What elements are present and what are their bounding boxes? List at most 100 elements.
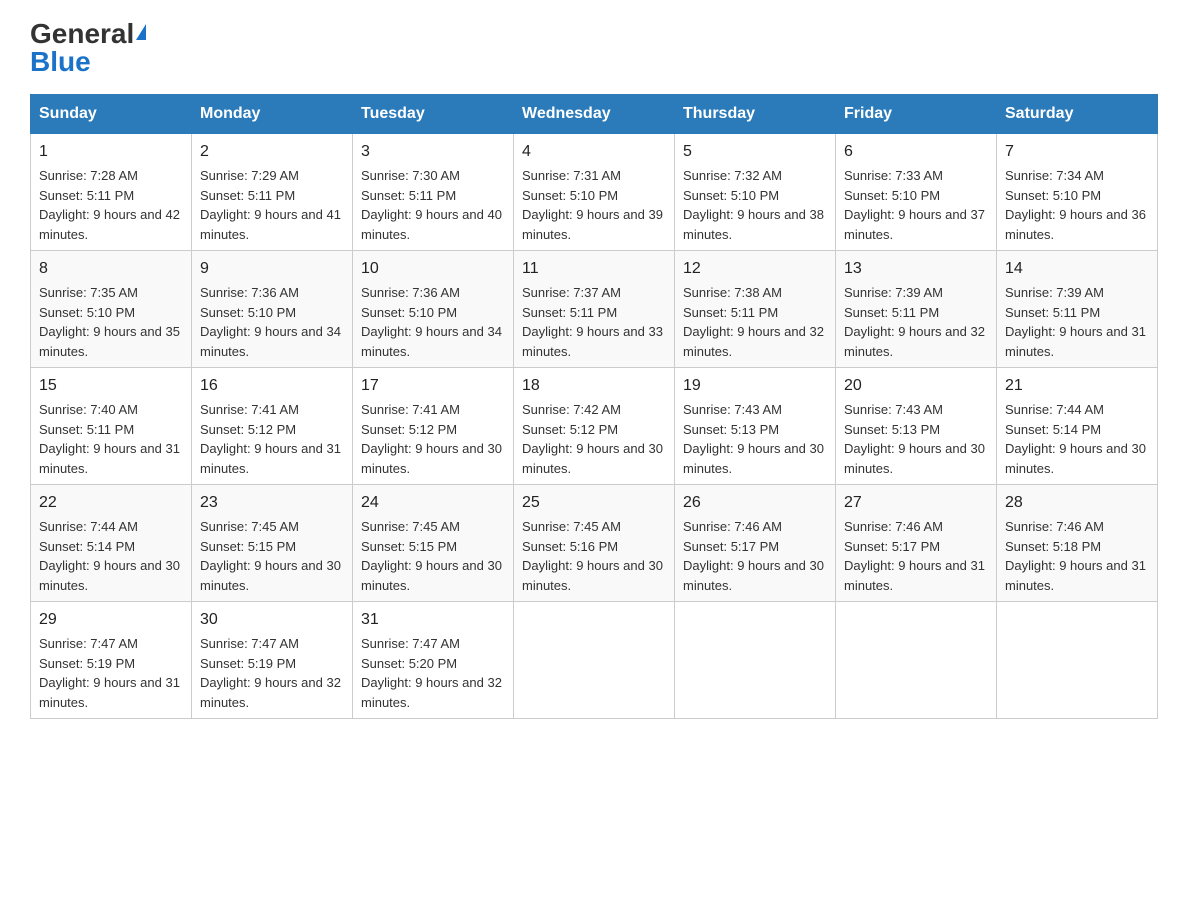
day-info: Sunrise: 7:39 AMSunset: 5:11 PMDaylight:…	[844, 285, 985, 359]
calendar-cell: 16 Sunrise: 7:41 AMSunset: 5:12 PMDaylig…	[192, 368, 353, 485]
day-number: 27	[844, 491, 988, 515]
calendar-cell: 1 Sunrise: 7:28 AMSunset: 5:11 PMDayligh…	[31, 134, 192, 251]
weekday-header-saturday: Saturday	[997, 95, 1158, 134]
day-info: Sunrise: 7:47 AMSunset: 5:20 PMDaylight:…	[361, 636, 502, 710]
calendar-body: 1 Sunrise: 7:28 AMSunset: 5:11 PMDayligh…	[31, 134, 1158, 719]
calendar-cell: 18 Sunrise: 7:42 AMSunset: 5:12 PMDaylig…	[514, 368, 675, 485]
day-info: Sunrise: 7:44 AMSunset: 5:14 PMDaylight:…	[39, 519, 180, 593]
day-info: Sunrise: 7:46 AMSunset: 5:17 PMDaylight:…	[683, 519, 824, 593]
calendar-cell: 5 Sunrise: 7:32 AMSunset: 5:10 PMDayligh…	[675, 134, 836, 251]
calendar-cell	[675, 602, 836, 719]
day-number: 4	[522, 140, 666, 164]
day-info: Sunrise: 7:46 AMSunset: 5:17 PMDaylight:…	[844, 519, 985, 593]
calendar-week-row: 1 Sunrise: 7:28 AMSunset: 5:11 PMDayligh…	[31, 134, 1158, 251]
calendar-cell: 31 Sunrise: 7:47 AMSunset: 5:20 PMDaylig…	[353, 602, 514, 719]
day-info: Sunrise: 7:45 AMSunset: 5:15 PMDaylight:…	[200, 519, 341, 593]
day-info: Sunrise: 7:37 AMSunset: 5:11 PMDaylight:…	[522, 285, 663, 359]
day-info: Sunrise: 7:43 AMSunset: 5:13 PMDaylight:…	[844, 402, 985, 476]
day-number: 30	[200, 608, 344, 632]
day-number: 18	[522, 374, 666, 398]
calendar-cell: 6 Sunrise: 7:33 AMSunset: 5:10 PMDayligh…	[836, 134, 997, 251]
calendar-cell: 4 Sunrise: 7:31 AMSunset: 5:10 PMDayligh…	[514, 134, 675, 251]
calendar-cell: 29 Sunrise: 7:47 AMSunset: 5:19 PMDaylig…	[31, 602, 192, 719]
page-header: General Blue	[30, 20, 1158, 76]
day-info: Sunrise: 7:41 AMSunset: 5:12 PMDaylight:…	[200, 402, 341, 476]
calendar-cell	[514, 602, 675, 719]
day-info: Sunrise: 7:45 AMSunset: 5:15 PMDaylight:…	[361, 519, 502, 593]
day-number: 17	[361, 374, 505, 398]
logo: General Blue	[30, 20, 146, 76]
day-info: Sunrise: 7:42 AMSunset: 5:12 PMDaylight:…	[522, 402, 663, 476]
day-number: 8	[39, 257, 183, 281]
logo-blue-text: Blue	[30, 48, 91, 76]
day-info: Sunrise: 7:40 AMSunset: 5:11 PMDaylight:…	[39, 402, 180, 476]
day-info: Sunrise: 7:29 AMSunset: 5:11 PMDaylight:…	[200, 168, 341, 242]
calendar-table: SundayMondayTuesdayWednesdayThursdayFrid…	[30, 94, 1158, 719]
day-info: Sunrise: 7:34 AMSunset: 5:10 PMDaylight:…	[1005, 168, 1146, 242]
day-number: 13	[844, 257, 988, 281]
day-number: 20	[844, 374, 988, 398]
day-info: Sunrise: 7:35 AMSunset: 5:10 PMDaylight:…	[39, 285, 180, 359]
day-number: 14	[1005, 257, 1149, 281]
day-number: 1	[39, 140, 183, 164]
calendar-cell: 19 Sunrise: 7:43 AMSunset: 5:13 PMDaylig…	[675, 368, 836, 485]
day-info: Sunrise: 7:28 AMSunset: 5:11 PMDaylight:…	[39, 168, 180, 242]
calendar-cell	[997, 602, 1158, 719]
day-info: Sunrise: 7:47 AMSunset: 5:19 PMDaylight:…	[39, 636, 180, 710]
calendar-cell: 9 Sunrise: 7:36 AMSunset: 5:10 PMDayligh…	[192, 251, 353, 368]
weekday-header-monday: Monday	[192, 95, 353, 134]
day-info: Sunrise: 7:41 AMSunset: 5:12 PMDaylight:…	[361, 402, 502, 476]
day-info: Sunrise: 7:30 AMSunset: 5:11 PMDaylight:…	[361, 168, 502, 242]
calendar-week-row: 22 Sunrise: 7:44 AMSunset: 5:14 PMDaylig…	[31, 485, 1158, 602]
day-number: 21	[1005, 374, 1149, 398]
day-number: 24	[361, 491, 505, 515]
calendar-cell: 20 Sunrise: 7:43 AMSunset: 5:13 PMDaylig…	[836, 368, 997, 485]
calendar-cell: 2 Sunrise: 7:29 AMSunset: 5:11 PMDayligh…	[192, 134, 353, 251]
day-info: Sunrise: 7:36 AMSunset: 5:10 PMDaylight:…	[200, 285, 341, 359]
day-number: 16	[200, 374, 344, 398]
calendar-cell: 24 Sunrise: 7:45 AMSunset: 5:15 PMDaylig…	[353, 485, 514, 602]
calendar-week-row: 15 Sunrise: 7:40 AMSunset: 5:11 PMDaylig…	[31, 368, 1158, 485]
calendar-cell: 17 Sunrise: 7:41 AMSunset: 5:12 PMDaylig…	[353, 368, 514, 485]
day-number: 7	[1005, 140, 1149, 164]
calendar-cell: 21 Sunrise: 7:44 AMSunset: 5:14 PMDaylig…	[997, 368, 1158, 485]
day-number: 28	[1005, 491, 1149, 515]
calendar-cell: 14 Sunrise: 7:39 AMSunset: 5:11 PMDaylig…	[997, 251, 1158, 368]
calendar-cell: 28 Sunrise: 7:46 AMSunset: 5:18 PMDaylig…	[997, 485, 1158, 602]
calendar-week-row: 29 Sunrise: 7:47 AMSunset: 5:19 PMDaylig…	[31, 602, 1158, 719]
calendar-cell: 25 Sunrise: 7:45 AMSunset: 5:16 PMDaylig…	[514, 485, 675, 602]
calendar-cell: 12 Sunrise: 7:38 AMSunset: 5:11 PMDaylig…	[675, 251, 836, 368]
day-number: 22	[39, 491, 183, 515]
day-number: 2	[200, 140, 344, 164]
calendar-cell: 27 Sunrise: 7:46 AMSunset: 5:17 PMDaylig…	[836, 485, 997, 602]
calendar-cell: 26 Sunrise: 7:46 AMSunset: 5:17 PMDaylig…	[675, 485, 836, 602]
calendar-cell: 15 Sunrise: 7:40 AMSunset: 5:11 PMDaylig…	[31, 368, 192, 485]
day-number: 11	[522, 257, 666, 281]
calendar-cell: 22 Sunrise: 7:44 AMSunset: 5:14 PMDaylig…	[31, 485, 192, 602]
calendar-cell: 13 Sunrise: 7:39 AMSunset: 5:11 PMDaylig…	[836, 251, 997, 368]
weekday-header-sunday: Sunday	[31, 95, 192, 134]
calendar-cell: 30 Sunrise: 7:47 AMSunset: 5:19 PMDaylig…	[192, 602, 353, 719]
day-info: Sunrise: 7:31 AMSunset: 5:10 PMDaylight:…	[522, 168, 663, 242]
day-info: Sunrise: 7:47 AMSunset: 5:19 PMDaylight:…	[200, 636, 341, 710]
day-info: Sunrise: 7:38 AMSunset: 5:11 PMDaylight:…	[683, 285, 824, 359]
logo-triangle-icon	[136, 24, 146, 40]
weekday-header-tuesday: Tuesday	[353, 95, 514, 134]
weekday-header-friday: Friday	[836, 95, 997, 134]
day-info: Sunrise: 7:44 AMSunset: 5:14 PMDaylight:…	[1005, 402, 1146, 476]
calendar-cell: 8 Sunrise: 7:35 AMSunset: 5:10 PMDayligh…	[31, 251, 192, 368]
day-info: Sunrise: 7:32 AMSunset: 5:10 PMDaylight:…	[683, 168, 824, 242]
day-number: 6	[844, 140, 988, 164]
weekday-header-thursday: Thursday	[675, 95, 836, 134]
day-info: Sunrise: 7:33 AMSunset: 5:10 PMDaylight:…	[844, 168, 985, 242]
day-number: 25	[522, 491, 666, 515]
day-number: 12	[683, 257, 827, 281]
calendar-week-row: 8 Sunrise: 7:35 AMSunset: 5:10 PMDayligh…	[31, 251, 1158, 368]
calendar-cell: 23 Sunrise: 7:45 AMSunset: 5:15 PMDaylig…	[192, 485, 353, 602]
day-info: Sunrise: 7:36 AMSunset: 5:10 PMDaylight:…	[361, 285, 502, 359]
day-info: Sunrise: 7:39 AMSunset: 5:11 PMDaylight:…	[1005, 285, 1146, 359]
calendar-header: SundayMondayTuesdayWednesdayThursdayFrid…	[31, 95, 1158, 134]
calendar-cell: 11 Sunrise: 7:37 AMSunset: 5:11 PMDaylig…	[514, 251, 675, 368]
day-number: 15	[39, 374, 183, 398]
day-number: 9	[200, 257, 344, 281]
